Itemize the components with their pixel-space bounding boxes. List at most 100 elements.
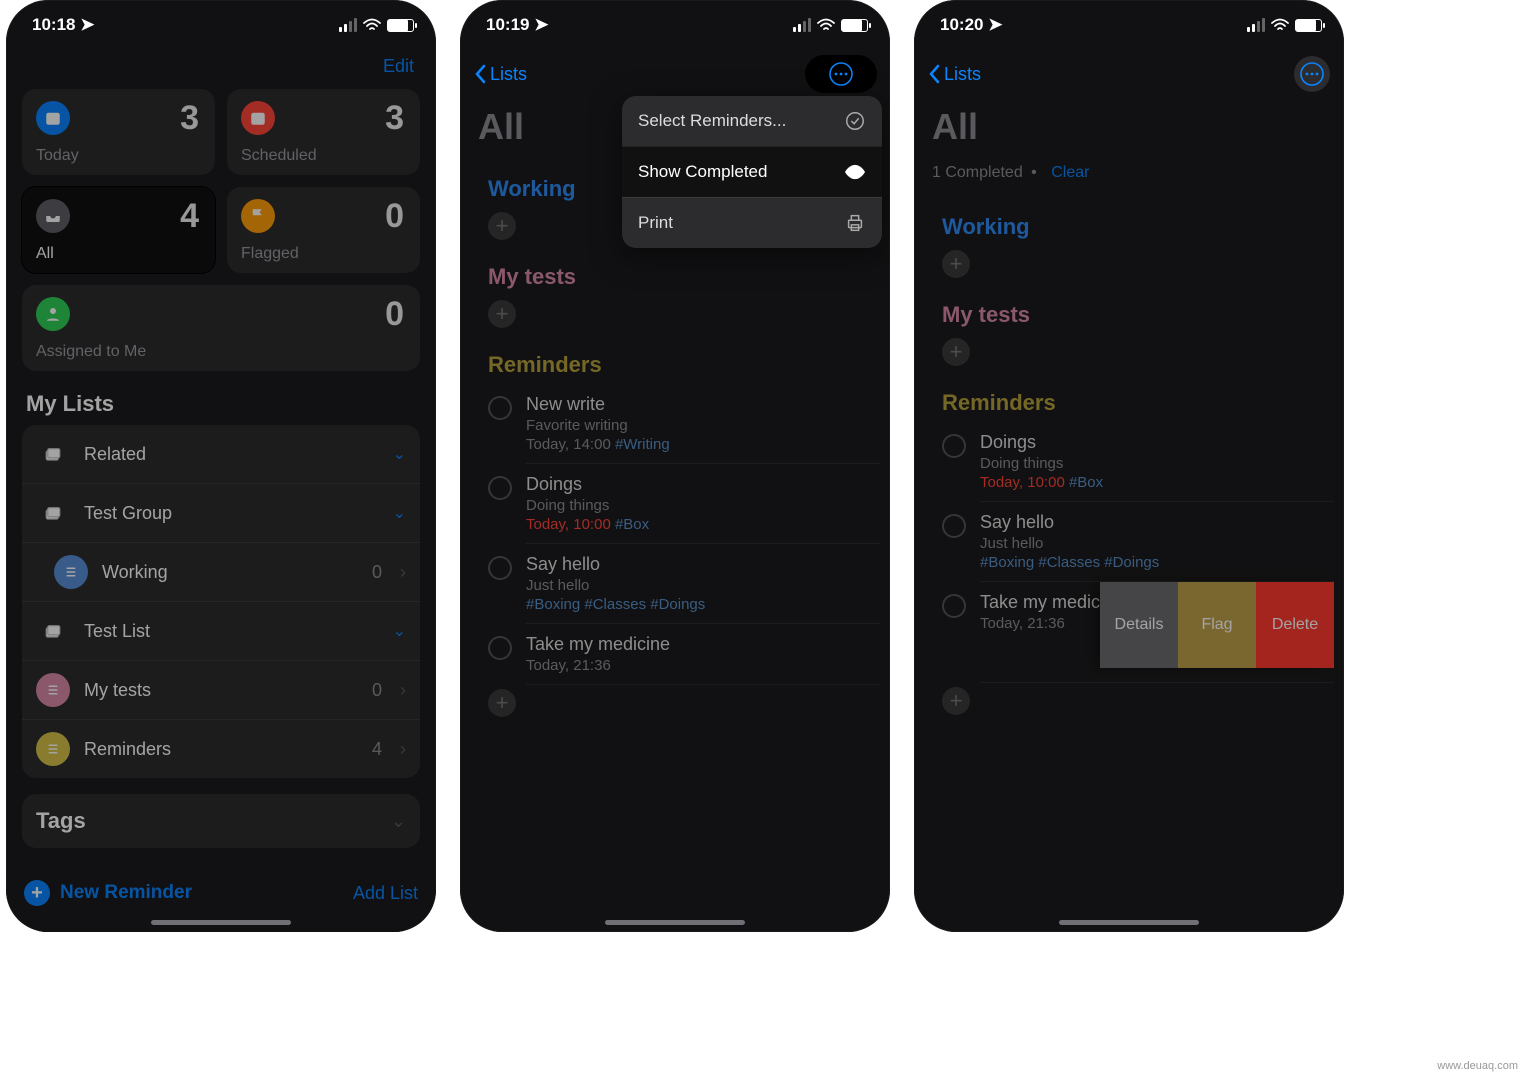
more-menu-button[interactable]	[1294, 56, 1330, 92]
add-list-button[interactable]: Add List	[353, 883, 418, 904]
menu-print[interactable]: Print	[622, 197, 882, 248]
reminder-meta: Today, 10:00 #Box	[526, 516, 649, 533]
list-label: My tests	[84, 680, 358, 701]
back-button[interactable]: Lists	[928, 64, 981, 85]
card-all[interactable]: 4 All	[22, 187, 215, 273]
chevron-down-icon[interactable]: ⌄	[393, 444, 406, 464]
completed-count: 1 Completed	[932, 164, 1023, 181]
add-reminder-button[interactable]: +	[942, 250, 970, 278]
back-label: Lists	[944, 64, 981, 85]
home-indicator[interactable]	[151, 920, 291, 925]
add-reminder-button[interactable]: +	[942, 338, 970, 366]
edit-button[interactable]: Edit	[383, 56, 414, 76]
reminder-meta: Today, 14:00 #Writing	[526, 436, 670, 453]
reminder-tags: #Boxing #Classes #Doings	[526, 596, 705, 613]
cell-signal-icon	[1247, 18, 1265, 32]
swipe-actions: Details Flag Delete	[1100, 582, 1334, 668]
back-button[interactable]: Lists	[474, 64, 527, 85]
eye-icon	[844, 161, 866, 183]
card-scheduled[interactable]: 3 Scheduled	[227, 89, 420, 175]
add-reminder-button[interactable]: +	[488, 689, 516, 717]
status-time: 10:19 ➤	[486, 15, 548, 35]
tags-section[interactable]: Tags ⌄	[22, 794, 420, 848]
wifi-icon	[1271, 18, 1289, 32]
status-bar: 10:19 ➤	[460, 0, 890, 46]
context-menu: Select Reminders... Show Completed Print	[622, 96, 882, 248]
card-assigned[interactable]: 0 Assigned to Me	[22, 285, 420, 371]
reminder-title: Say hello	[980, 512, 1159, 533]
add-reminder-button[interactable]: +	[488, 212, 516, 240]
calendar-icon	[36, 101, 70, 135]
completed-summary: 1 Completed • Clear	[914, 158, 1344, 196]
reminder-item[interactable]: Doings Doing things Today, 10:00 #Box	[924, 422, 1334, 501]
folder-icon	[36, 614, 70, 648]
location-icon: ➤	[534, 15, 548, 35]
swipe-delete-button[interactable]: Delete	[1256, 582, 1334, 668]
card-label: Today	[36, 147, 79, 165]
flag-icon	[241, 199, 275, 233]
chevron-left-icon	[474, 64, 486, 84]
new-reminder-button[interactable]: + New Reminder	[24, 880, 192, 906]
group-mytests: My tests	[470, 246, 880, 296]
radio-unchecked-icon[interactable]	[942, 434, 966, 458]
list-group-testlist[interactable]: Test List ⌄	[22, 601, 420, 660]
chevron-right-icon: ›	[396, 562, 406, 583]
radio-unchecked-icon[interactable]	[942, 514, 966, 538]
ellipsis-circle-icon	[828, 61, 854, 87]
menu-show-completed[interactable]: Show Completed	[622, 146, 882, 197]
status-bar: 10:18 ➤	[6, 0, 436, 46]
card-today[interactable]: 3 Today	[22, 89, 215, 175]
radio-unchecked-icon[interactable]	[488, 636, 512, 660]
list-label: Working	[102, 562, 358, 583]
menu-label: Show Completed	[638, 162, 767, 182]
list-group-testgroup[interactable]: Test Group ⌄	[22, 483, 420, 542]
radio-unchecked-icon[interactable]	[488, 396, 512, 420]
reminder-note: Doing things	[526, 497, 649, 514]
list-reminders[interactable]: Reminders 4 ›	[22, 719, 420, 778]
card-label: Flagged	[241, 245, 299, 263]
swipe-flag-button[interactable]: Flag	[1178, 582, 1256, 668]
ellipsis-circle-icon	[1299, 61, 1325, 87]
more-menu-button[interactable]	[806, 56, 876, 92]
reminder-item[interactable]: Say hello Just hello #Boxing #Classes #D…	[470, 544, 880, 623]
group-reminders: Reminders	[470, 334, 880, 384]
reminder-item[interactable]: Take my medicine Today, 21:36	[470, 624, 880, 684]
clear-completed-button[interactable]: Clear	[1051, 164, 1089, 181]
swipe-details-button[interactable]: Details	[1100, 582, 1178, 668]
list-bullets-icon	[36, 673, 70, 707]
reminder-item[interactable]: Say hello Just hello #Boxing #Classes #D…	[924, 502, 1334, 581]
list-label: Related	[84, 444, 379, 465]
radio-unchecked-icon[interactable]	[488, 556, 512, 580]
card-label: Scheduled	[241, 147, 317, 165]
radio-unchecked-icon[interactable]	[942, 594, 966, 618]
reminder-title: Doings	[526, 474, 649, 495]
reminder-note: Just hello	[526, 577, 705, 594]
card-flagged[interactable]: 0 Flagged	[227, 187, 420, 273]
list-label: Test Group	[84, 503, 379, 524]
battery-icon	[841, 19, 868, 32]
printer-icon	[844, 212, 866, 234]
add-reminder-button[interactable]: +	[488, 300, 516, 328]
card-count: 0	[385, 295, 404, 334]
list-count: 4	[372, 739, 382, 760]
reminder-item[interactable]: New write Favorite writing Today, 14:00 …	[470, 384, 880, 463]
reminder-title: Say hello	[526, 554, 705, 575]
home-indicator[interactable]	[1059, 920, 1199, 925]
home-indicator[interactable]	[605, 920, 745, 925]
tray-icon	[36, 199, 70, 233]
mylists-header: My Lists	[16, 371, 426, 425]
list-mytests[interactable]: My tests 0 ›	[22, 660, 420, 719]
list-label: Test List	[84, 621, 379, 642]
radio-unchecked-icon[interactable]	[488, 476, 512, 500]
reminder-meta: Today, 10:00 #Box	[980, 474, 1103, 491]
status-time: 10:20 ➤	[940, 15, 1002, 35]
reminder-item[interactable]: Doings Doing things Today, 10:00 #Box	[470, 464, 880, 543]
chevron-down-icon[interactable]: ⌄	[393, 503, 406, 523]
chevron-right-icon: ›	[396, 739, 406, 760]
list-working[interactable]: Working 0 ›	[22, 542, 420, 601]
list-group-related[interactable]: Related ⌄	[22, 425, 420, 483]
chevron-down-icon[interactable]: ⌄	[393, 621, 406, 641]
calendar-icon	[241, 101, 275, 135]
menu-select-reminders[interactable]: Select Reminders...	[622, 96, 882, 146]
add-reminder-button[interactable]: +	[942, 687, 970, 715]
